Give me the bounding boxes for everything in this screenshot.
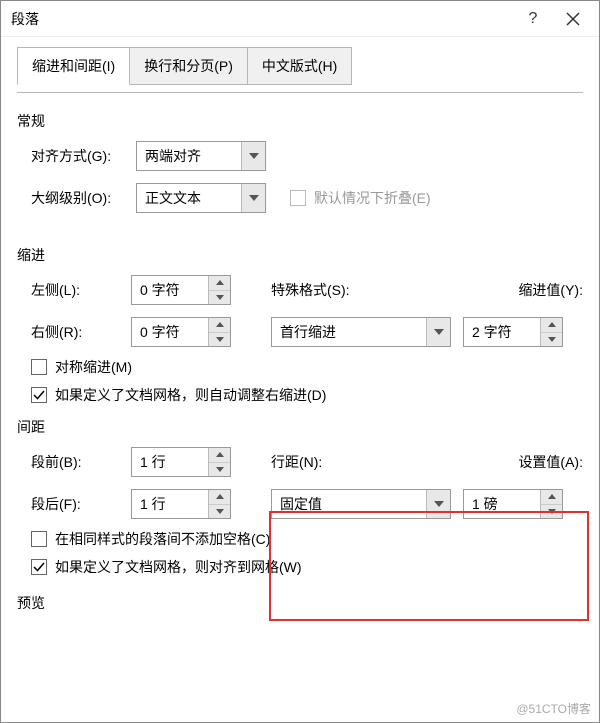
alignment-dropdown-button[interactable]	[241, 142, 265, 170]
line-spacing-select[interactable]: 固定值	[271, 489, 451, 519]
dialog-body: 缩进和间距(I) 换行和分页(P) 中文版式(H) 常规 对齐方式(G): 两端…	[1, 37, 599, 613]
alignment-value: 两端对齐	[145, 146, 241, 166]
paragraph-dialog: 段落 ? 缩进和间距(I) 换行和分页(P) 中文版式(H) 常规 对齐方式(G…	[0, 0, 600, 723]
spin-up-button[interactable]	[209, 448, 230, 463]
no-space-same-style-checkbox[interactable]	[31, 531, 47, 547]
check-icon	[33, 389, 45, 401]
triangle-up-icon	[216, 452, 224, 457]
tab-chinese[interactable]: 中文版式(H)	[247, 47, 352, 85]
outline-value: 正文文本	[145, 188, 241, 208]
spin-up-button[interactable]	[209, 276, 230, 291]
spin-down-button[interactable]	[209, 505, 230, 519]
triangle-down-icon	[216, 337, 224, 342]
snap-to-grid-checkbox[interactable]	[31, 559, 47, 575]
spin-up-button[interactable]	[209, 490, 230, 505]
spin-down-button[interactable]	[541, 505, 562, 519]
section-spacing-title: 间距	[17, 417, 583, 437]
indent-right-value: 0 字符	[132, 318, 208, 346]
spin-down-button[interactable]	[541, 333, 562, 347]
outline-label: 大纲级别(O):	[31, 188, 136, 208]
triangle-up-icon	[548, 322, 556, 327]
indent-right-spin[interactable]: 0 字符	[131, 317, 231, 347]
triangle-up-icon	[216, 322, 224, 327]
space-before-spin[interactable]: 1 行	[131, 447, 231, 477]
indent-right-label: 右侧(R):	[31, 322, 131, 342]
special-dropdown-button[interactable]	[426, 318, 450, 346]
indent-by-spin[interactable]: 2 字符	[463, 317, 563, 347]
spin-down-button[interactable]	[209, 463, 230, 477]
titlebar: 段落 ?	[1, 1, 599, 37]
space-before-label: 段前(B):	[31, 452, 131, 472]
space-before-value: 1 行	[132, 448, 208, 476]
line-spacing-label: 行距(N):	[271, 452, 391, 472]
chevron-down-icon	[249, 153, 259, 159]
line-spacing-dropdown-button[interactable]	[426, 490, 450, 518]
special-format-label: 特殊格式(S):	[271, 280, 391, 300]
no-space-same-style-label: 在相同样式的段落间不添加空格(C)	[55, 529, 270, 549]
outline-dropdown-button[interactable]	[241, 184, 265, 212]
triangle-up-icon	[548, 494, 556, 499]
tab-line-page[interactable]: 换行和分页(P)	[129, 47, 248, 85]
triangle-down-icon	[548, 509, 556, 514]
space-after-label: 段后(F):	[31, 494, 131, 514]
tab-indent-spacing[interactable]: 缩进和间距(I)	[17, 47, 130, 85]
triangle-down-icon	[548, 337, 556, 342]
watermark: @51CTO博客	[512, 699, 595, 718]
check-icon	[33, 561, 45, 573]
dialog-title: 段落	[11, 9, 513, 29]
triangle-down-icon	[216, 295, 224, 300]
triangle-down-icon	[216, 467, 224, 472]
spin-down-button[interactable]	[209, 291, 230, 305]
spin-up-button[interactable]	[209, 318, 230, 333]
triangle-up-icon	[216, 280, 224, 285]
line-spacing-value: 固定值	[280, 494, 426, 514]
alignment-select[interactable]: 两端对齐	[136, 141, 266, 171]
spin-up-button[interactable]	[541, 490, 562, 505]
tab-bar: 缩进和间距(I) 换行和分页(P) 中文版式(H)	[17, 47, 583, 85]
triangle-up-icon	[216, 494, 224, 499]
indent-left-value: 0 字符	[132, 276, 208, 304]
section-general-title: 常规	[17, 111, 583, 131]
spacing-at-label: 设置值(A):	[518, 452, 583, 472]
mirror-indent-checkbox[interactable]	[31, 359, 47, 375]
alignment-label: 对齐方式(G):	[31, 146, 136, 166]
chevron-down-icon	[249, 195, 259, 201]
indent-left-spin[interactable]: 0 字符	[131, 275, 231, 305]
spin-down-button[interactable]	[209, 333, 230, 347]
section-preview-title: 预览	[17, 593, 583, 613]
indent-left-label: 左侧(L):	[31, 280, 131, 300]
close-button[interactable]	[553, 3, 593, 35]
special-format-select[interactable]: 首行缩进	[271, 317, 451, 347]
triangle-down-icon	[216, 509, 224, 514]
close-icon	[566, 12, 580, 26]
auto-adjust-grid-label: 如果定义了文档网格，则自动调整右缩进(D)	[55, 385, 326, 405]
collapse-label: 默认情况下折叠(E)	[314, 188, 431, 208]
snap-to-grid-label: 如果定义了文档网格，则对齐到网格(W)	[55, 557, 302, 577]
section-indent-title: 缩进	[17, 245, 583, 265]
spacing-at-value: 1 磅	[464, 490, 540, 518]
space-after-spin[interactable]: 1 行	[131, 489, 231, 519]
mirror-indent-label: 对称缩进(M)	[55, 357, 132, 377]
chevron-down-icon	[434, 501, 444, 507]
help-label: ?	[529, 10, 538, 28]
spin-up-button[interactable]	[541, 318, 562, 333]
collapse-checkbox	[290, 190, 306, 206]
auto-adjust-grid-checkbox[interactable]	[31, 387, 47, 403]
space-after-value: 1 行	[132, 490, 208, 518]
indent-by-label: 缩进值(Y):	[518, 280, 583, 300]
special-format-value: 首行缩进	[280, 322, 426, 342]
indent-by-value: 2 字符	[464, 318, 540, 346]
help-button[interactable]: ?	[513, 3, 553, 35]
spacing-at-spin[interactable]: 1 磅	[463, 489, 563, 519]
outline-select[interactable]: 正文文本	[136, 183, 266, 213]
chevron-down-icon	[434, 329, 444, 335]
